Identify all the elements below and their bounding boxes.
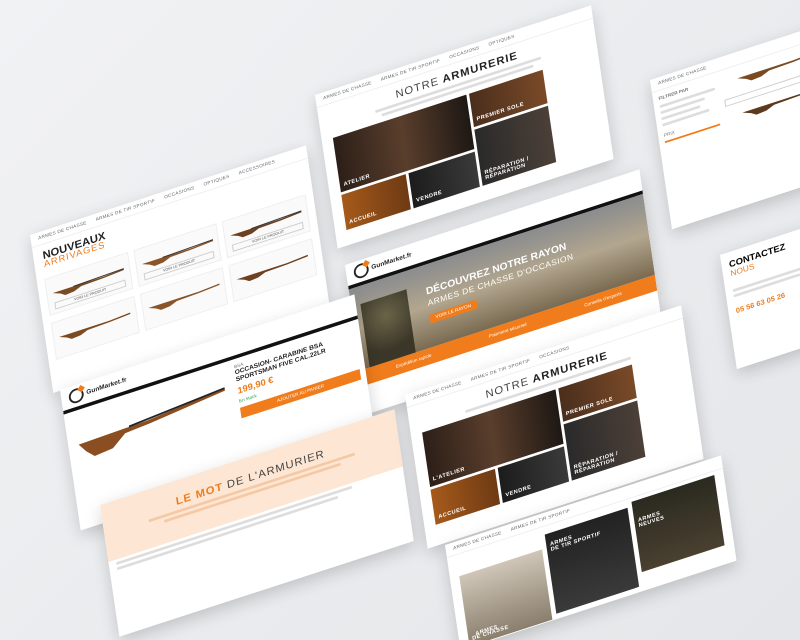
- filter-panel: FILTRER PAR PRIX: [658, 79, 721, 151]
- filters-card: ARMES DE CHASSE FILTRER PAR PRIX: [650, 20, 800, 230]
- category-tile-chasse[interactable]: ARMES DE CHASSE: [459, 549, 553, 640]
- logo-icon: [352, 261, 370, 281]
- tile-label: ACCUEIL: [348, 211, 378, 226]
- mockup-stage: ARMES DE CHASSE ARMES DE TIR SPORTIF OCC…: [0, 0, 800, 640]
- tile-label: ARMES NEUVES: [638, 510, 665, 529]
- category-tile-tir[interactable]: ARMES DE TIR SPORTIF: [544, 507, 640, 614]
- nav-item[interactable]: OPTIQUES: [488, 34, 515, 48]
- tile-label: RÉPARATION / RÉPARATION: [484, 156, 530, 182]
- tile-label: RÉPARATION / RÉPARATION: [573, 450, 619, 476]
- tile-label: VENDRE: [505, 484, 532, 499]
- nav-item[interactable]: OCCASIONS: [449, 45, 480, 60]
- tile-label: ARMES DE CHASSE: [471, 619, 509, 640]
- tile-label: VENDRE: [416, 189, 443, 204]
- contact-card: CONTACTEZ NOUS 05 56 63 05 26: [720, 219, 800, 370]
- tile-label: ARMES DE TIR SPORTIF: [550, 526, 602, 553]
- logo-icon: [67, 386, 85, 406]
- tile-label: ACCUEIL: [438, 505, 467, 521]
